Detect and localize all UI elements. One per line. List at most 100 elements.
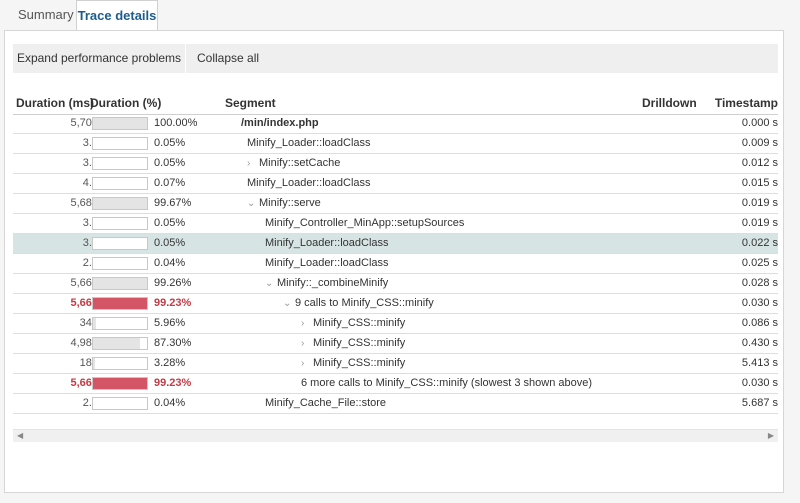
table-row[interactable]: 3.0 0.05% › Minify::setCache 0.012 s xyxy=(13,154,778,174)
duration-bar xyxy=(92,337,148,350)
segment-label: Minify_Loader::loadClass xyxy=(265,257,389,269)
segment-name[interactable]: › Minify_CSS::minify xyxy=(301,317,405,329)
scroll-right-icon[interactable]: ▶ xyxy=(768,430,774,442)
duration-bar xyxy=(92,257,148,270)
chevron-right-icon[interactable]: › xyxy=(301,318,313,329)
duration-bar xyxy=(92,317,148,330)
chevron-down-icon[interactable]: ⌄ xyxy=(265,278,277,289)
chevron-right-icon[interactable]: › xyxy=(301,358,313,369)
duration-bar xyxy=(92,137,148,150)
duration-bar xyxy=(92,117,148,130)
horizontal-scrollbar[interactable]: ◀ ▶ xyxy=(13,429,778,442)
collapse-all-button[interactable]: Collapse all xyxy=(197,44,259,73)
segment-label: Minify_CSS::minify xyxy=(313,357,406,369)
segment-label: Minify::serve xyxy=(259,197,321,209)
duration-bar xyxy=(92,217,148,230)
duration-bar xyxy=(92,297,148,310)
table-row[interactable]: 5,700 100.00%/min/index.php 0.000 s xyxy=(13,114,778,134)
segment-name[interactable]: › Minify_CSS::minify xyxy=(301,357,405,369)
segment-label: 9 calls to Minify_CSS::minify xyxy=(295,297,434,309)
duration-bar-fill xyxy=(93,318,97,329)
table-row[interactable]: 3.0 0.05% Minify_Loader::loadClass 0.022 s xyxy=(13,234,778,254)
duration-pct: 0.05% xyxy=(154,157,186,169)
segment-label: 6 more calls to Minify_CSS::minify (slow… xyxy=(301,377,592,389)
segment-label: Minify_Loader::loadClass xyxy=(247,137,371,149)
timestamp: 0.022 s xyxy=(741,237,778,249)
column-timestamp[interactable]: Timestamp xyxy=(715,96,778,110)
duration-pct: 99.23% xyxy=(154,297,192,309)
chevron-right-icon[interactable]: › xyxy=(301,338,313,349)
table-row[interactable]: 5,680 99.67% ⌄ Minify::serve 0.019 s xyxy=(13,194,778,214)
segment-name[interactable]: › Minify_CSS::minify xyxy=(301,337,405,349)
expand-performance-problems-button[interactable]: Expand performance problems xyxy=(13,44,186,73)
vertical-scrollbar[interactable] xyxy=(784,30,800,493)
duration-pct: 100.00% xyxy=(154,117,198,129)
column-duration-pct[interactable]: Duration (%) xyxy=(90,96,161,110)
table-row[interactable]: 4,980 87.30% › Minify_CSS::minify 0.430 s xyxy=(13,334,778,354)
column-duration-ms[interactable]: Duration (ms) xyxy=(16,96,94,110)
duration-bar-fill xyxy=(93,378,147,389)
timestamp: 0.430 s xyxy=(741,337,778,349)
table-row[interactable]: 5,660 99.23% 6 more calls to Minify_CSS::m… xyxy=(13,374,778,394)
timestamp: 0.012 s xyxy=(741,157,778,169)
duration-pct: 99.67% xyxy=(154,197,192,209)
segment-name[interactable]: ⌄ Minify::serve xyxy=(247,197,321,209)
timestamp: 5.687 s xyxy=(741,397,778,409)
tab-summary[interactable]: Summary xyxy=(6,0,86,30)
segment-name[interactable]: 6 more calls to Minify_CSS::minify (slow… xyxy=(289,377,592,389)
segment-name[interactable]: /min/index.php xyxy=(229,117,319,129)
segment-name[interactable]: Minify_Loader::loadClass xyxy=(235,177,371,189)
table-row[interactable]: 2.0 0.04% Minify_Loader::loadClass 0.025 s xyxy=(13,254,778,274)
duration-bar xyxy=(92,357,148,370)
duration-bar xyxy=(92,377,148,390)
timestamp: 5.413 s xyxy=(741,357,778,369)
scroll-left-icon[interactable]: ◀ xyxy=(17,430,23,442)
segment-name[interactable]: › Minify::setCache xyxy=(247,157,340,169)
column-drilldown[interactable]: Drilldown xyxy=(642,96,697,110)
duration-pct: 99.26% xyxy=(154,277,192,289)
duration-pct: 99.23% xyxy=(154,377,192,389)
duration-bar xyxy=(92,397,148,410)
segment-name[interactable]: ⌄ 9 calls to Minify_CSS::minify xyxy=(283,297,434,309)
duration-pct: 0.05% xyxy=(154,137,186,149)
segment-label: Minify_CSS::minify xyxy=(313,337,406,349)
chevron-down-icon[interactable]: ⌄ xyxy=(283,298,295,309)
duration-pct: 0.07% xyxy=(154,177,186,189)
duration-pct: 0.05% xyxy=(154,237,186,249)
segment-name[interactable]: Minify_Controller_MinApp::setupSources xyxy=(253,217,464,229)
chevron-down-icon[interactable]: ⌄ xyxy=(247,198,259,209)
timestamp: 0.019 s xyxy=(741,197,778,209)
duration-bar xyxy=(92,177,148,190)
table-row[interactable]: 3.0 0.05% Minify_Controller_MinApp::setupS… xyxy=(13,214,778,234)
table-row[interactable]: 3.0 0.05% Minify_Loader::loadClass 0.009 s xyxy=(13,134,778,154)
column-segment[interactable]: Segment xyxy=(225,96,276,110)
duration-bar xyxy=(92,237,148,250)
trace-details-panel: Expand performance problems Collapse all… xyxy=(4,30,784,493)
timestamp: 0.086 s xyxy=(741,317,778,329)
table-row[interactable]: 340 5.96% › Minify_CSS::minify 0.086 s xyxy=(13,314,778,334)
segment-label: Minify::setCache xyxy=(259,157,341,169)
segment-label: Minify_Loader::loadClass xyxy=(247,177,371,189)
table-row[interactable]: 5,660 99.23% ⌄ 9 calls to Minify_CSS::minif… xyxy=(13,294,778,314)
segment-name[interactable]: Minify_Loader::loadClass xyxy=(253,237,389,249)
timestamp: 0.015 s xyxy=(741,177,778,189)
segment-name[interactable]: Minify_Loader::loadClass xyxy=(235,137,371,149)
table-row[interactable]: 4.0 0.07% Minify_Loader::loadClass 0.015 s xyxy=(13,174,778,194)
table-header: Duration (ms) Duration (%) Segment Drill… xyxy=(13,92,778,115)
duration-pct: 87.30% xyxy=(154,337,192,349)
timestamp: 0.000 s xyxy=(741,117,778,129)
table-row[interactable]: 5,660 99.26% ⌄ Minify::_combineMinify 0.028 … xyxy=(13,274,778,294)
duration-pct: 3.28% xyxy=(154,357,186,369)
segment-label: Minify_Cache_File::store xyxy=(265,397,387,409)
table-row[interactable]: 2.0 0.04% Minify_Cache_File::store 5.687 s xyxy=(13,394,778,414)
duration-bar-fill xyxy=(93,198,147,209)
tab-trace-details[interactable]: Trace details xyxy=(76,0,158,31)
chevron-right-icon[interactable]: › xyxy=(247,158,259,169)
segment-name[interactable]: Minify_Cache_File::store xyxy=(253,397,386,409)
table-row[interactable]: 187 3.28% › Minify_CSS::minify 5.413 s xyxy=(13,354,778,374)
segment-name[interactable]: ⌄ Minify::_combineMinify xyxy=(265,277,388,289)
duration-bar-fill xyxy=(93,338,141,349)
duration-pct: 0.05% xyxy=(154,217,186,229)
segment-name[interactable]: Minify_Loader::loadClass xyxy=(253,257,389,269)
toolbar: Expand performance problems Collapse all xyxy=(13,44,778,73)
